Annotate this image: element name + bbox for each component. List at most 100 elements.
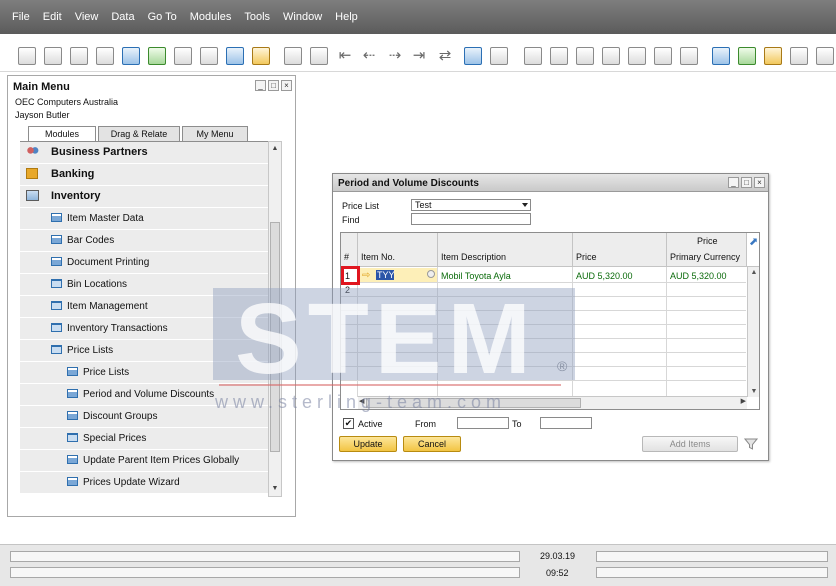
minimize-button[interactable]: _ — [728, 177, 739, 188]
primary-currency-cell[interactable]: AUD 5,320.00 — [670, 271, 727, 281]
next-record-icon[interactable]: ⇢ — [386, 48, 404, 64]
close-button[interactable]: × — [281, 80, 292, 91]
active-checkbox[interactable]: ✔ — [343, 418, 354, 429]
alerts-icon[interactable] — [816, 47, 834, 65]
column-header-primary-currency[interactable]: Price Primary Currency — [667, 233, 747, 267]
menu-folder-item-management[interactable]: Item Management — [20, 296, 268, 318]
scroll-left-icon[interactable]: ◀ — [359, 397, 364, 405]
menu-help[interactable]: Help — [333, 11, 360, 23]
choose-from-list-icon[interactable] — [427, 270, 435, 278]
menu-item-item-master-data[interactable]: Item Master Data — [20, 208, 268, 230]
menu-item-price-lists[interactable]: Price Lists — [20, 362, 268, 384]
find-input[interactable] — [411, 213, 531, 225]
menu-folder-price-lists[interactable]: Price Lists — [20, 340, 268, 362]
volume-weight-icon[interactable] — [654, 47, 672, 65]
maximize-button[interactable]: □ — [741, 177, 752, 188]
previous-record-icon[interactable]: ⇠ — [360, 48, 378, 64]
launch-app-icon[interactable] — [226, 47, 244, 65]
excel-export-icon[interactable] — [148, 47, 166, 65]
link-arrow-icon[interactable]: ⇨ — [362, 270, 370, 281]
menu-goto[interactable]: Go To — [146, 11, 179, 23]
email-icon[interactable] — [70, 47, 88, 65]
tab-drag-relate[interactable]: Drag & Relate — [98, 126, 180, 141]
menu-item-prices-update-wizard[interactable]: Prices Update Wizard — [20, 472, 268, 494]
tab-modules[interactable]: Modules — [28, 126, 96, 142]
grid-horizontal-scrollbar[interactable]: ◀ ▶ — [358, 396, 747, 409]
header-label: Item Description — [441, 252, 507, 262]
column-header-item-no[interactable]: Item No. — [358, 233, 438, 267]
sms-icon[interactable] — [122, 47, 140, 65]
approval-icon[interactable] — [764, 47, 782, 65]
scrollbar-thumb[interactable] — [366, 398, 581, 408]
menu-folder-special-prices[interactable]: Special Prices — [20, 428, 268, 450]
base-document-icon[interactable] — [524, 47, 542, 65]
scroll-down-icon[interactable]: ▼ — [748, 388, 759, 395]
grid-vertical-scrollbar[interactable]: ▲ ▼ — [747, 267, 759, 397]
menu-item-update-parent-prices[interactable]: Update Parent Item Prices Globally — [20, 450, 268, 472]
word-export-icon[interactable] — [174, 47, 192, 65]
sort-icon[interactable] — [490, 47, 508, 65]
refresh-icon[interactable]: ⇄ — [436, 48, 454, 64]
menu-window[interactable]: Window — [281, 11, 324, 23]
find-icon[interactable] — [284, 47, 302, 65]
settings-icon[interactable] — [680, 47, 698, 65]
gross-profit-icon[interactable] — [628, 47, 646, 65]
update-button[interactable]: Update — [339, 436, 397, 452]
copy-icon[interactable] — [96, 47, 114, 65]
new-document-icon[interactable] — [738, 47, 756, 65]
edit-icon[interactable] — [712, 47, 730, 65]
scroll-down-icon[interactable]: ▼ — [269, 482, 281, 496]
scrollbar-thumb[interactable] — [270, 222, 280, 452]
from-date-input[interactable] — [457, 417, 509, 429]
cancel-button[interactable]: Cancel — [403, 436, 461, 452]
payment-means-icon[interactable] — [602, 47, 620, 65]
print-icon[interactable] — [44, 47, 62, 65]
price-list-dropdown[interactable]: Test — [411, 199, 531, 211]
minimize-button[interactable]: _ — [255, 80, 266, 91]
module-business-partners[interactable]: Business Partners — [20, 142, 268, 164]
last-record-icon[interactable]: ⇥ — [410, 48, 428, 64]
to-date-input[interactable] — [540, 417, 592, 429]
menu-folder-bin-locations[interactable]: Bin Locations — [20, 274, 268, 296]
column-header-num[interactable]: # — [341, 233, 358, 267]
menu-view[interactable]: View — [73, 11, 101, 23]
menu-item-bar-codes[interactable]: Bar Codes — [20, 230, 268, 252]
menu-edit[interactable]: Edit — [41, 11, 64, 23]
filter-icon[interactable] — [744, 437, 758, 451]
journal-entry-icon[interactable] — [576, 47, 594, 65]
scroll-up-icon[interactable]: ▲ — [269, 142, 281, 156]
main-menu-scrollbar[interactable]: ▲ ▼ — [268, 141, 282, 497]
maximize-button[interactable]: □ — [268, 80, 279, 91]
scroll-up-icon[interactable]: ▲ — [748, 269, 759, 276]
item-description-cell[interactable]: Mobil Toyota Ayla — [441, 271, 511, 281]
module-inventory[interactable]: Inventory — [20, 186, 268, 208]
target-document-icon[interactable] — [550, 47, 568, 65]
expand-arrow-icon[interactable]: ⬈ — [749, 235, 758, 248]
price-cell[interactable]: AUD 5,320.00 — [576, 271, 633, 281]
menu-folder-inventory-transactions[interactable]: Inventory Transactions — [20, 318, 268, 340]
print-preview-icon[interactable] — [18, 47, 36, 65]
window-title-bar[interactable]: Period and Volume Discounts _ □ × — [333, 174, 768, 192]
close-button[interactable]: × — [754, 177, 765, 188]
module-banking[interactable]: Banking — [20, 164, 268, 186]
lock-screen-icon[interactable] — [252, 47, 270, 65]
menu-item-discount-groups[interactable]: Discount Groups — [20, 406, 268, 428]
first-record-icon[interactable]: ⇤ — [336, 48, 354, 64]
column-header-price[interactable]: Price — [573, 233, 667, 267]
column-header-item-description[interactable]: Item Description — [438, 233, 573, 267]
menu-data[interactable]: Data — [109, 11, 136, 23]
add-items-button[interactable]: Add Items — [642, 436, 738, 452]
message-icon[interactable] — [790, 47, 808, 65]
menu-item-period-volume-discounts[interactable]: Period and Volume Discounts — [20, 384, 268, 406]
add-icon[interactable] — [310, 47, 328, 65]
menu-tools[interactable]: Tools — [242, 11, 272, 23]
row-number[interactable]: 2 — [345, 285, 350, 295]
menu-file[interactable]: File — [10, 11, 32, 23]
menu-item-document-printing[interactable]: Document Printing — [20, 252, 268, 274]
tab-my-menu[interactable]: My Menu — [182, 126, 248, 141]
menu-modules[interactable]: Modules — [188, 11, 234, 23]
filter-icon[interactable] — [464, 47, 482, 65]
pdf-export-icon[interactable] — [200, 47, 218, 65]
item-no-cell[interactable]: TYY — [376, 270, 395, 280]
scroll-right-icon[interactable]: ▶ — [741, 397, 746, 405]
